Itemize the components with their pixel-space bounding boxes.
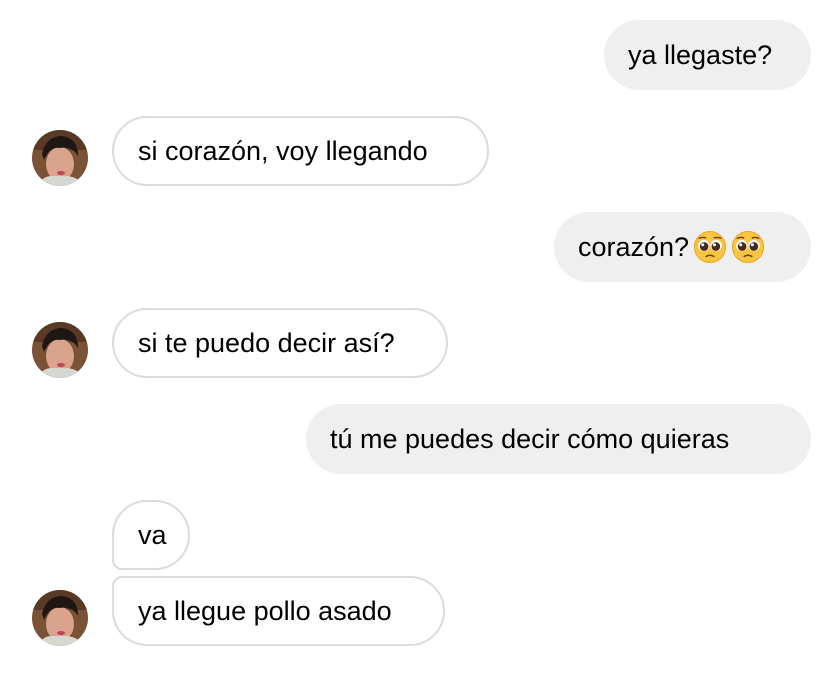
incoming-message-bubble[interactable]: si te puedo decir así? [112,308,448,378]
pleading-face-emoji-icon [732,230,765,264]
message-text: va [138,519,167,550]
avatar[interactable] [32,322,88,378]
message-text: ya llegue pollo asado [138,595,392,626]
pleading-face-emoji-icon [694,230,727,264]
outgoing-message-bubble[interactable]: corazón? [554,212,811,282]
message-text: ya llegaste? [628,39,773,70]
avatar[interactable] [32,130,88,186]
message-text: tú me puedes decir cómo quieras [330,423,730,454]
avatar[interactable] [32,590,88,646]
message-text: si corazón, voy llegando [138,135,428,166]
incoming-message-bubble[interactable]: si corazón, voy llegando [112,116,489,186]
outgoing-message-bubble[interactable]: ya llegaste? [604,20,811,90]
outgoing-message-bubble[interactable]: tú me puedes decir cómo quieras [306,404,811,474]
incoming-message-bubble[interactable]: va [112,500,190,570]
message-text: corazón? [578,231,690,262]
message-text: si te puedo decir así? [138,327,395,358]
incoming-message-bubble[interactable]: ya llegue pollo asado [112,576,445,646]
